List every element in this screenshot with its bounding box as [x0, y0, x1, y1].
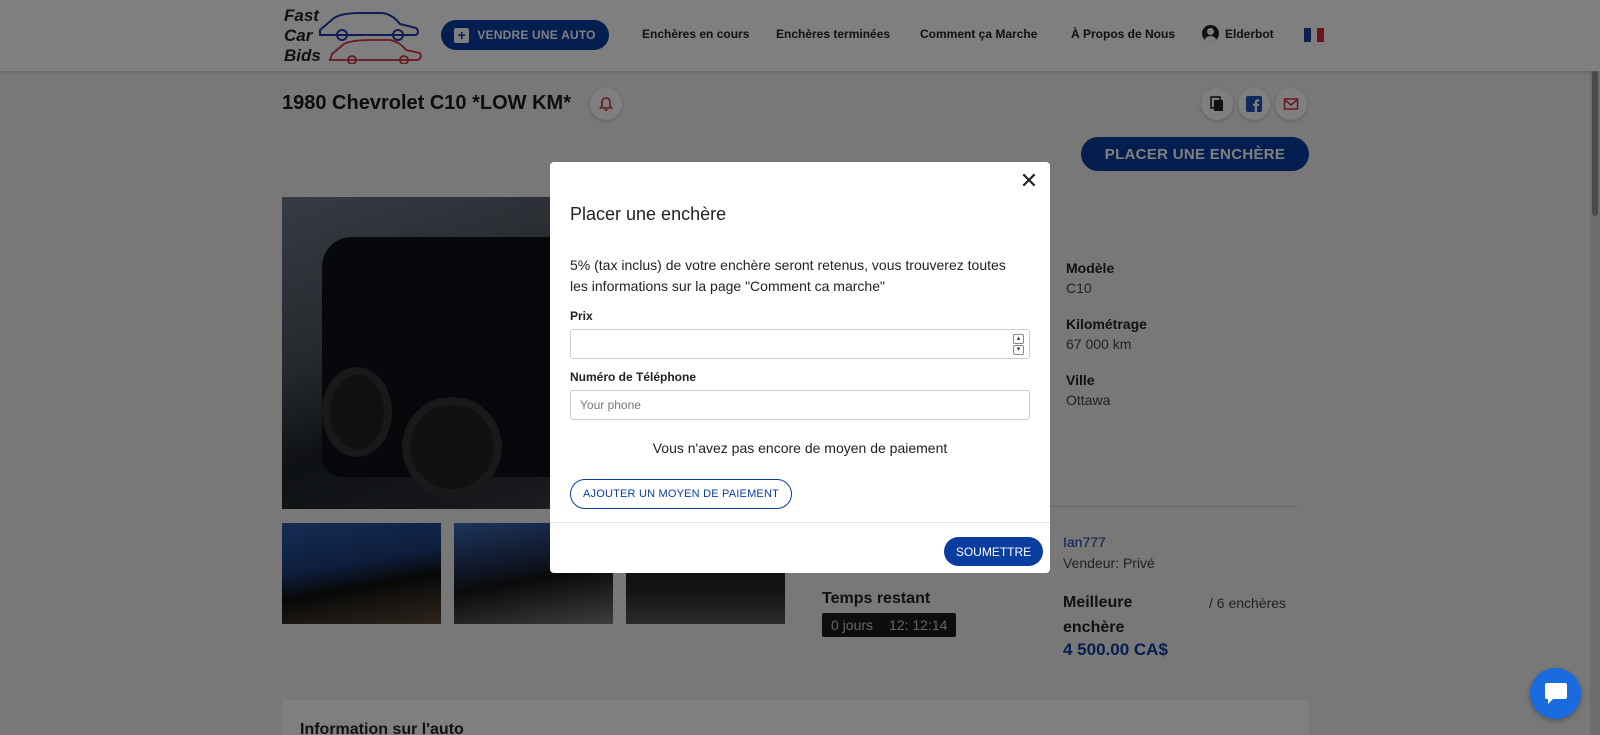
phone-input[interactable]: Your phone	[570, 390, 1030, 420]
stepper-up-icon[interactable]: ▴	[1013, 334, 1024, 344]
place-bid-modal: ✕ Placer une enchère 5% (tax inclus) de …	[550, 162, 1050, 573]
no-payment-message: Vous n'avez pas encore de moyen de paiem…	[652, 440, 948, 456]
price-input[interactable]: ▴ ▾	[570, 329, 1030, 359]
modal-footer-divider	[550, 522, 1050, 523]
modal-title: Placer une enchère	[570, 204, 727, 224]
price-label: Prix	[570, 309, 593, 323]
price-stepper[interactable]: ▴ ▾	[1013, 334, 1024, 355]
phone-placeholder: Your phone	[580, 398, 641, 412]
phone-label: Numéro de Téléphone	[570, 370, 697, 384]
stepper-down-icon[interactable]: ▾	[1013, 345, 1024, 355]
chat-button[interactable]	[1530, 668, 1581, 719]
scrollbar-thumb[interactable]	[1592, 71, 1598, 216]
modal-notice: 5% (tax inclus) de votre enchère seront …	[570, 257, 1006, 294]
close-icon[interactable]: ✕	[1018, 170, 1040, 192]
chat-icon	[1544, 682, 1567, 704]
add-payment-method-button[interactable]: AJOUTER UN MOYEN DE PAIEMENT	[570, 479, 792, 509]
submit-button[interactable]: SOUMETTRE	[944, 537, 1043, 566]
page-scrollbar[interactable]	[1590, 71, 1600, 735]
